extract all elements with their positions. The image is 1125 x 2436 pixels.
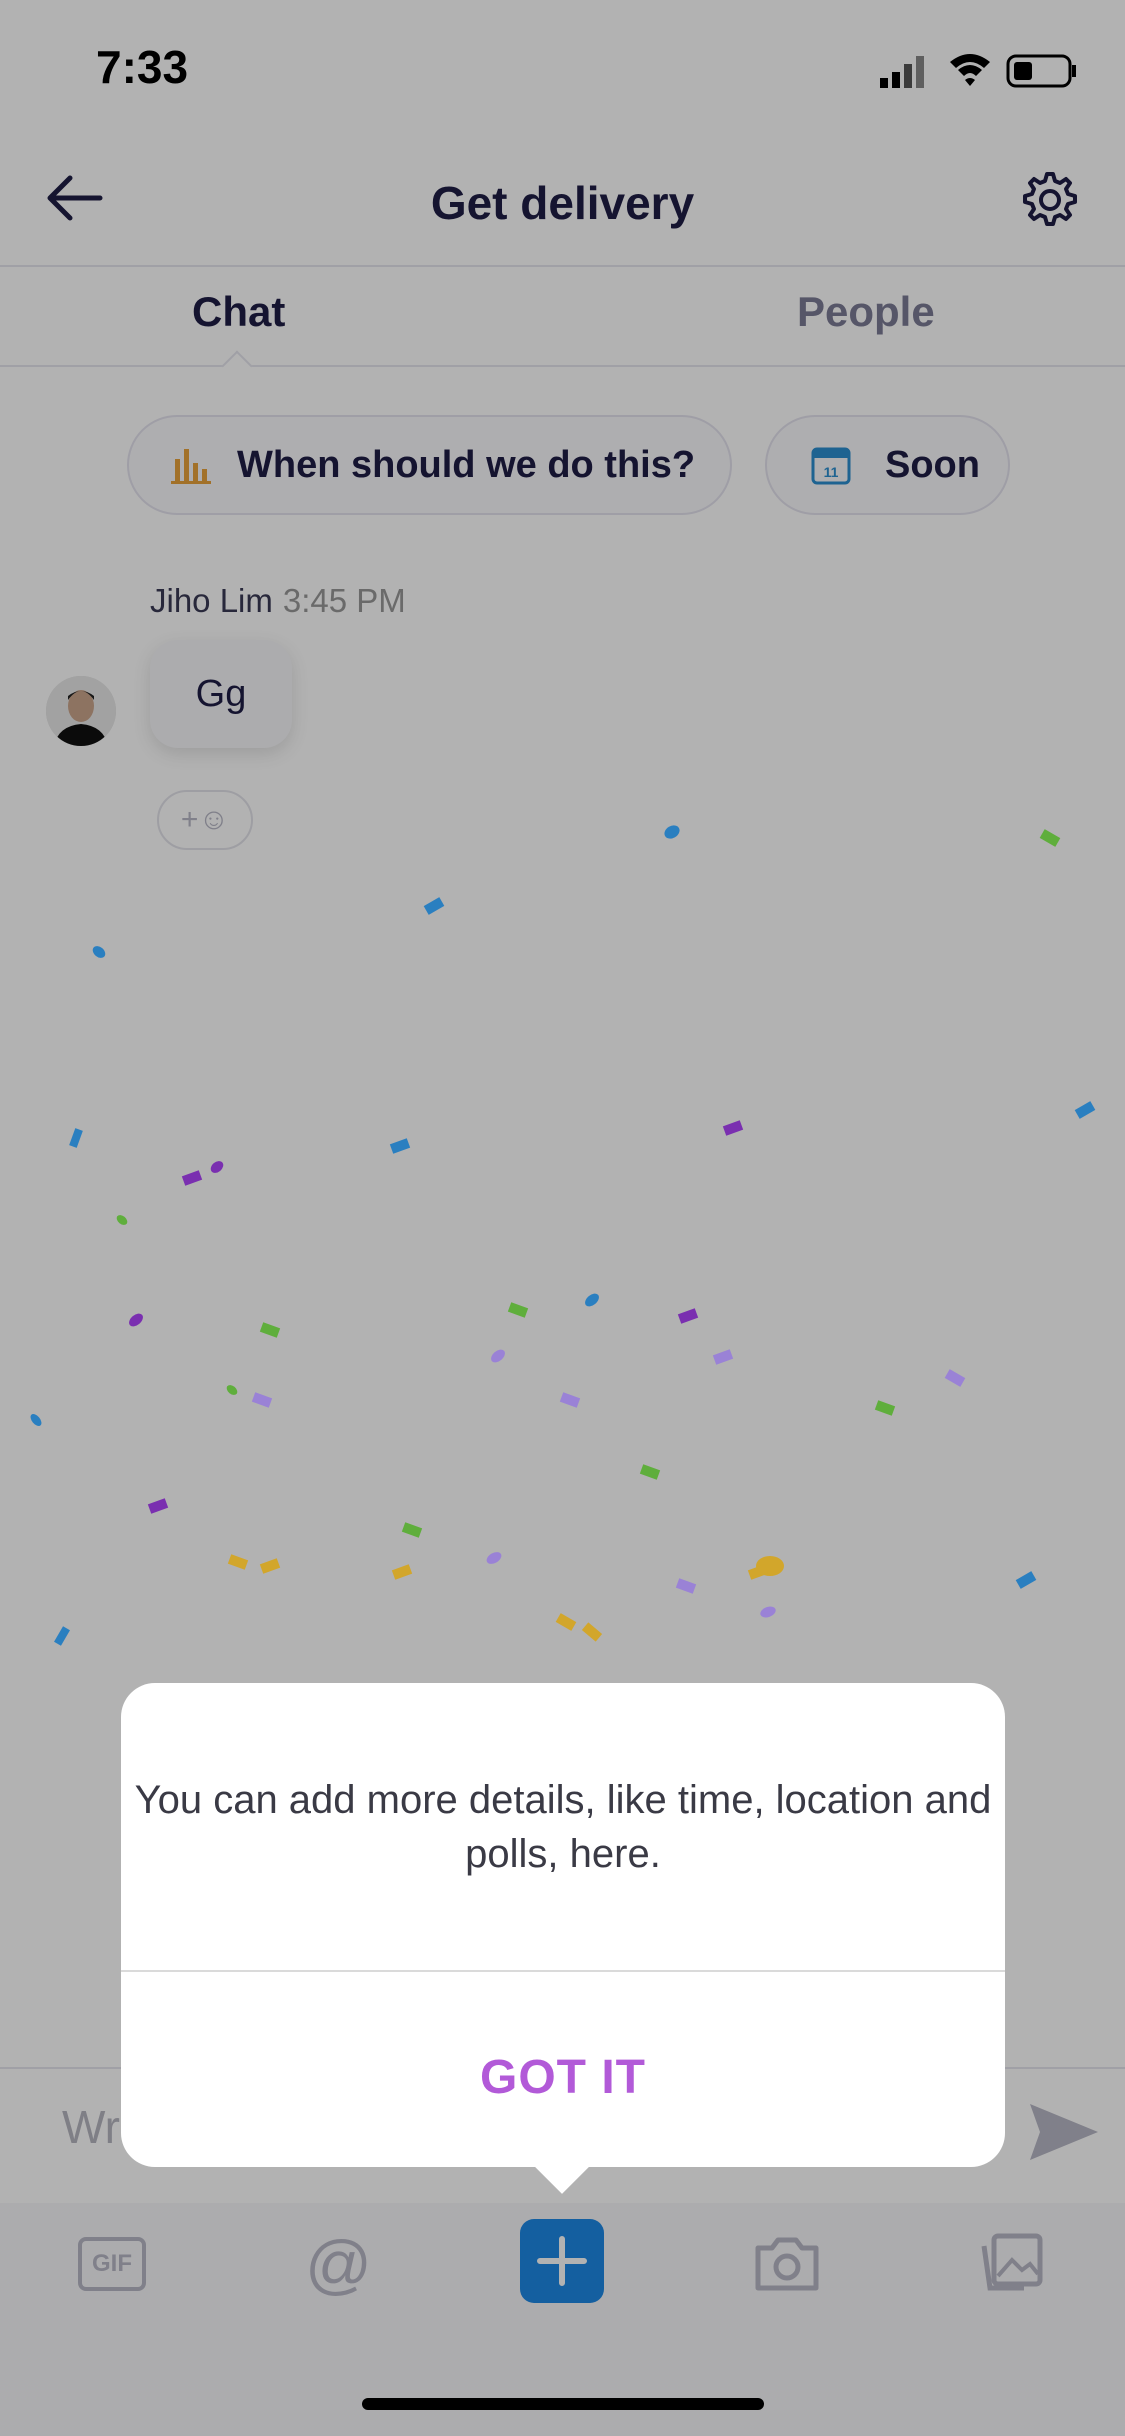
dialog-divider	[121, 1970, 1005, 1972]
dialog-message: You can add more details, like time, loc…	[134, 1778, 992, 1876]
got-it-button[interactable]: GOT IT	[121, 2050, 1005, 2105]
confetti-decoration	[30, 825, 1096, 1646]
